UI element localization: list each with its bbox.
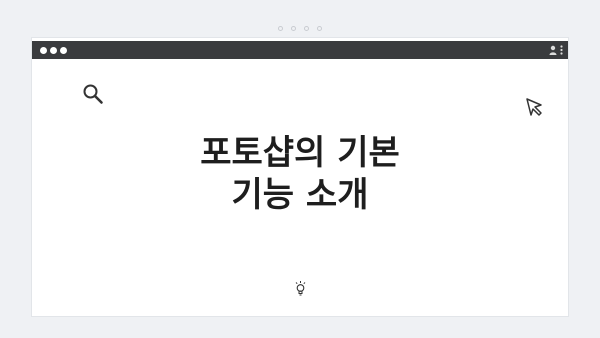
carousel-dot[interactable] <box>317 26 322 31</box>
page-title-line-1: 포토샵의 기본 <box>200 133 400 173</box>
page: { "page": { "heading_line1": "포토샵의 기본", … <box>0 0 600 338</box>
page-title: 포토샵의 기본 기능 소개 <box>152 132 448 216</box>
content-area: 포토샵의 기본 기능 소개 <box>32 59 568 316</box>
window-control-dot[interactable] <box>50 46 57 54</box>
lightbulb-icon <box>295 281 306 296</box>
window-control-dot[interactable] <box>40 46 47 54</box>
window-control-dot[interactable] <box>60 46 67 54</box>
carousel-indicator <box>0 26 600 31</box>
page-title-line-2: 기능 소개 <box>231 175 369 215</box>
title-bar-actions <box>549 45 563 55</box>
search-icon <box>83 84 103 104</box>
cursor-pointer-icon <box>526 98 542 116</box>
user-icon[interactable] <box>549 45 557 55</box>
carousel-dot[interactable] <box>278 26 283 31</box>
carousel-dot[interactable] <box>291 26 296 31</box>
more-vertical-icon[interactable] <box>560 45 563 55</box>
window-controls <box>40 46 67 54</box>
title-bar <box>32 41 568 59</box>
browser-window: 포토샵의 기본 기능 소개 <box>32 38 568 316</box>
carousel-dot[interactable] <box>304 26 309 31</box>
